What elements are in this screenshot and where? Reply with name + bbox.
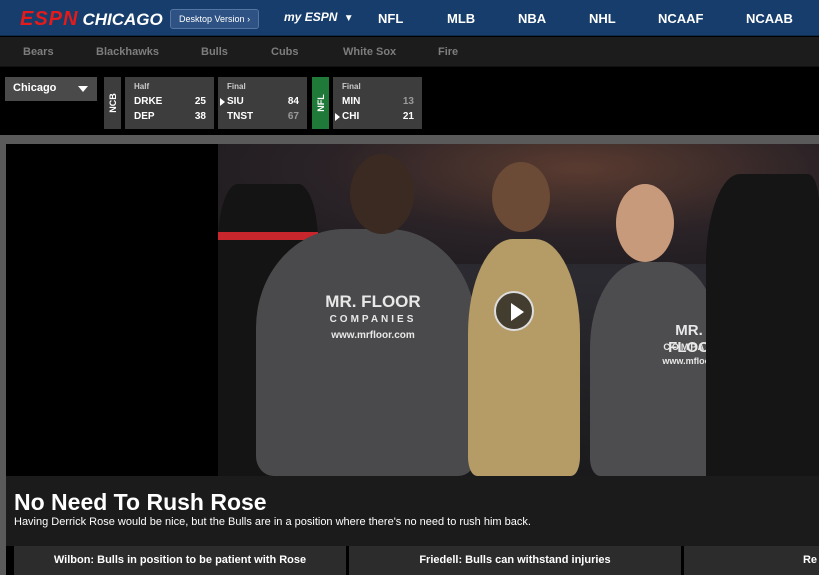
- score-card[interactable]: Final MIN 13 CHI 21: [333, 77, 422, 129]
- city-select[interactable]: Chicago: [5, 77, 97, 101]
- team-name: TNST: [227, 111, 254, 122]
- dropdown-arrow-icon: [78, 86, 88, 92]
- nav-mlb[interactable]: MLB: [447, 11, 475, 26]
- related-link[interactable]: Wilbon: Bulls in position to be patient …: [14, 546, 346, 575]
- play-button[interactable]: [494, 291, 534, 331]
- subnav-fire[interactable]: Fire: [438, 46, 458, 58]
- subnav-bears[interactable]: Bears: [23, 46, 54, 58]
- story-dek: Having Derrick Rose would be nice, but t…: [14, 516, 531, 528]
- nav-ncaab[interactable]: NCAAB: [746, 11, 793, 26]
- league-label: NCB: [107, 93, 118, 113]
- staff-head: [350, 154, 414, 234]
- team-score: 67: [287, 111, 299, 122]
- espn-logo-text: ESPN: [20, 8, 79, 30]
- team-score: 25: [194, 96, 206, 107]
- chevron-right-icon: ›: [247, 14, 251, 24]
- team-name: SIU: [227, 96, 244, 107]
- subnav-bulls[interactable]: Bulls: [201, 46, 228, 58]
- suit-figure: [468, 239, 580, 476]
- my-espn-prefix: my: [284, 10, 302, 24]
- my-espn-logo: ESPN: [304, 10, 338, 24]
- winner-arrow-icon: [335, 113, 340, 121]
- team-score: 38: [194, 111, 206, 122]
- story-caption[interactable]: No Need To Rush Rose Having Derrick Rose…: [6, 476, 819, 546]
- team-name: DRKE: [134, 96, 163, 107]
- staff-head: [616, 184, 674, 262]
- team-subnav: Bears Blackhawks Bulls Cubs White Sox Fi…: [0, 37, 819, 67]
- shirt-logo-url: www.mrfloor.com: [331, 330, 415, 341]
- shirt-logo-subtext: COMPANIES: [329, 314, 417, 325]
- shirt-logo-text: MR. FLOOR: [325, 292, 421, 311]
- staff-figure: [590, 262, 720, 476]
- related-link[interactable]: Re: [684, 546, 819, 575]
- city-logo-text: CHICAGO: [82, 10, 163, 29]
- team-name: CHI: [342, 111, 360, 122]
- nav-ncaaf[interactable]: NCAAF: [658, 11, 704, 26]
- nav-nfl[interactable]: NFL: [378, 11, 403, 26]
- espn-chicago-logo[interactable]: ESPN CHICAGO: [20, 8, 163, 31]
- city-select-value: Chicago: [13, 82, 57, 94]
- related-links: Wilbon: Bulls in position to be patient …: [6, 546, 819, 575]
- suit-head: [492, 162, 550, 232]
- team-score: 13: [402, 96, 414, 107]
- game-status: Final: [227, 82, 246, 91]
- game-status: Half: [134, 82, 150, 91]
- league-label: NFL: [315, 94, 326, 112]
- desktop-version-button[interactable]: Desktop Version ›: [170, 9, 260, 29]
- team-score: 21: [402, 111, 414, 122]
- hero-photo: MR. FLOOR COMPANIES www.mrfloor.com MR. …: [218, 144, 819, 476]
- nav-nba[interactable]: NBA: [518, 11, 546, 26]
- hero-video[interactable]: MR. FLOOR COMPANIES www.mrfloor.com MR. …: [6, 144, 819, 476]
- score-card[interactable]: Final SIU 84 TNST 67: [218, 77, 307, 129]
- my-espn-menu[interactable]: my ESPN ▼: [284, 10, 354, 24]
- nav-nhl[interactable]: NHL: [589, 11, 616, 26]
- divider: [0, 135, 819, 144]
- team-score: 84: [287, 96, 299, 107]
- related-link[interactable]: Friedell: Bulls can withstand injuries: [349, 546, 681, 575]
- score-card[interactable]: Half DRKE 25 DEP 38: [125, 77, 214, 129]
- desktop-version-label: Desktop Version: [179, 14, 245, 24]
- chevron-down-icon: ▼: [343, 13, 354, 24]
- league-tab-ncb[interactable]: NCB: [104, 77, 121, 129]
- story-headline[interactable]: No Need To Rush Rose: [14, 489, 267, 516]
- scoreboard: Chicago NCB Half DRKE 25 DEP 38 Final SI…: [0, 67, 819, 135]
- subnav-blackhawks[interactable]: Blackhawks: [96, 46, 159, 58]
- top-header: ESPN CHICAGO Desktop Version › my ESPN ▼…: [0, 0, 819, 36]
- staff-figure: [256, 229, 476, 476]
- league-tab-nfl[interactable]: NFL: [312, 77, 329, 129]
- subnav-cubs[interactable]: Cubs: [271, 46, 299, 58]
- team-name: MIN: [342, 96, 361, 107]
- winner-arrow-icon: [220, 98, 225, 106]
- subnav-white-sox[interactable]: White Sox: [343, 46, 396, 58]
- player-figure: [706, 174, 819, 476]
- team-name: DEP: [134, 111, 155, 122]
- game-status: Final: [342, 82, 361, 91]
